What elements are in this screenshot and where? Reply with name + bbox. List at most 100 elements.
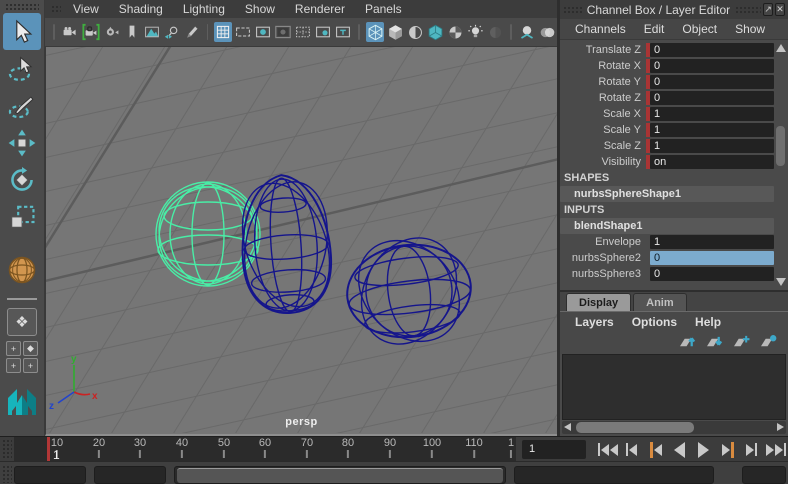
layer-hscrollbar[interactable]: [562, 421, 786, 434]
move-layer-up-icon[interactable]: [678, 334, 697, 352]
input-node-item[interactable]: blendShape1: [560, 218, 774, 234]
scroll-up-icon[interactable]: [776, 44, 786, 52]
step-back-frame-button[interactable]: [620, 439, 643, 460]
textured-mode-icon[interactable]: [426, 22, 444, 42]
menu-renderer[interactable]: Renderer: [285, 2, 355, 16]
timeline-track[interactable]: 10 20 30 40 50 60 70 80 90 100 110 1 1: [14, 437, 516, 462]
layout-persp-outliner-button[interactable]: ◆: [23, 341, 38, 356]
wireframe-on-shaded-icon[interactable]: [406, 22, 424, 42]
shadows-icon[interactable]: [486, 22, 504, 42]
layout-single-pane-button[interactable]: +: [6, 341, 21, 356]
cb-drag-handle-left[interactable]: [563, 5, 582, 14]
channel-scrollbar[interactable]: [775, 42, 787, 288]
channel-value-field-selected[interactable]: 0: [650, 251, 774, 265]
range-drag-handle[interactable]: [2, 465, 12, 483]
layout-two-pane-button[interactable]: +: [6, 358, 21, 373]
move-layer-down-icon[interactable]: [705, 334, 724, 352]
range-slider-bar[interactable]: [174, 466, 506, 484]
move-tool-button[interactable]: [3, 124, 41, 161]
lock-camera-icon[interactable]: [81, 22, 101, 42]
image-plane-icon[interactable]: [143, 22, 161, 42]
last-tool-slot[interactable]: [3, 251, 41, 288]
tab-anim[interactable]: Anim: [633, 293, 687, 311]
scale-tool-button[interactable]: [3, 198, 41, 235]
lighting-icon[interactable]: [466, 22, 484, 42]
egg-nurbs-sphere[interactable]: [225, 169, 347, 322]
menu-options[interactable]: Options: [623, 315, 686, 329]
layout-three-pane-button[interactable]: +: [23, 358, 38, 373]
menu-view[interactable]: View: [63, 2, 109, 16]
resolution-gate-icon[interactable]: [254, 22, 272, 42]
use-default-material-icon[interactable]: [446, 22, 464, 42]
film-gate-icon[interactable]: [234, 22, 252, 42]
pan-zoom-icon[interactable]: [163, 22, 181, 42]
isolate-select-icon[interactable]: [518, 22, 536, 42]
channel-value-field[interactable]: 0: [650, 91, 774, 105]
camera-attributes-icon[interactable]: [103, 22, 121, 42]
timeline-drag-handle[interactable]: [2, 439, 12, 460]
channel-value-field[interactable]: on: [650, 155, 774, 169]
menu-edit[interactable]: Edit: [635, 22, 674, 36]
hscroll-left-icon[interactable]: [564, 423, 571, 431]
menu-panels[interactable]: Panels: [355, 2, 412, 16]
channel-value-field[interactable]: 1: [650, 107, 774, 121]
channel-value-field[interactable]: 1: [650, 235, 774, 249]
menu-object[interactable]: Object: [673, 22, 726, 36]
new-empty-layer-icon[interactable]: [732, 334, 751, 352]
go-to-start-button[interactable]: [596, 439, 619, 460]
go-to-end-button[interactable]: [764, 439, 787, 460]
select-tool-button[interactable]: [3, 13, 41, 50]
gate-mask-icon[interactable]: [274, 22, 292, 42]
channel-value-field[interactable]: 1: [650, 123, 774, 137]
step-forward-key-button[interactable]: [716, 439, 739, 460]
tab-display[interactable]: Display: [566, 293, 632, 311]
scroll-down-icon[interactable]: [776, 278, 786, 286]
menu-help[interactable]: Help: [686, 315, 730, 329]
step-forward-frame-button[interactable]: [740, 439, 763, 460]
xray-icon[interactable]: [538, 22, 557, 42]
smooth-shade-icon[interactable]: [386, 22, 404, 42]
playback-end-field[interactable]: [514, 466, 714, 484]
paint-select-tool-button[interactable]: [3, 87, 41, 124]
hscroll-thumb[interactable]: [576, 422, 694, 433]
hscroll-right-icon[interactable]: [777, 423, 784, 431]
scrollbar-thumb[interactable]: [776, 126, 785, 166]
safe-title-icon[interactable]: [334, 22, 352, 42]
menu-shading[interactable]: Shading: [109, 2, 173, 16]
grid-icon[interactable]: [214, 22, 233, 42]
select-camera-icon[interactable]: [61, 22, 79, 42]
channel-value-field[interactable]: 0: [650, 75, 774, 89]
step-back-key-button[interactable]: [644, 439, 667, 460]
layer-list[interactable]: [562, 354, 786, 420]
channel-value-field[interactable]: 0: [650, 59, 774, 73]
safe-action-icon[interactable]: [314, 22, 332, 42]
wireframe-mode-icon[interactable]: [366, 22, 385, 42]
lasso-tool-button[interactable]: [3, 50, 41, 87]
menu-lighting[interactable]: Lighting: [173, 2, 235, 16]
animation-end-field[interactable]: [742, 466, 786, 484]
playback-start-field[interactable]: [94, 466, 166, 484]
menu-layers[interactable]: Layers: [566, 315, 623, 329]
grease-pencil-icon[interactable]: [183, 22, 201, 42]
play-forwards-button[interactable]: [692, 439, 715, 460]
toolbox-drag-handle[interactable]: [5, 3, 39, 11]
rotate-tool-button[interactable]: [3, 161, 41, 198]
channel-value-field[interactable]: 0: [650, 43, 774, 57]
current-frame-marker[interactable]: [47, 437, 50, 462]
cb-drag-handle-right[interactable]: [735, 5, 762, 14]
channel-value-field[interactable]: 0: [650, 267, 774, 281]
new-layer-from-selected-icon[interactable]: [759, 334, 778, 352]
menubar-drag-handle[interactable]: [51, 5, 61, 13]
bookmark-icon[interactable]: [123, 22, 141, 42]
menu-show[interactable]: Show: [726, 22, 774, 36]
viewport-3d[interactable]: y x z persp: [45, 47, 557, 436]
animation-start-field[interactable]: [14, 466, 86, 484]
range-slider-thumb[interactable]: [177, 468, 503, 483]
close-icon[interactable]: ✕: [775, 3, 785, 16]
channel-value-field[interactable]: 1: [650, 139, 774, 153]
menu-show[interactable]: Show: [235, 2, 285, 16]
play-backwards-button[interactable]: [668, 439, 691, 460]
current-time-field[interactable]: 1: [522, 440, 586, 459]
popout-icon[interactable]: ↗: [763, 3, 774, 16]
layout-four-view-button[interactable]: ❖: [7, 308, 37, 336]
